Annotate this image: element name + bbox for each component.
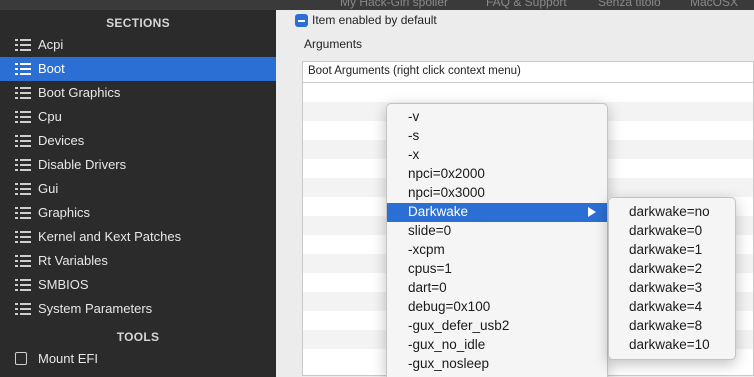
sections-header: SECTIONS <box>106 16 170 30</box>
list-icon <box>15 279 31 291</box>
title-fragment-1: My Hack-Girl spoiler <box>340 0 449 9</box>
title-fragment-4: MacOSX <box>690 0 739 9</box>
menu-item-label: -xcpm <box>408 242 445 257</box>
sidebar-item-boot[interactable]: Boot <box>0 57 276 81</box>
list-icon <box>15 255 31 267</box>
list-icon <box>15 159 31 171</box>
menu-item-label: -v <box>408 109 420 124</box>
submenu-item-label: darkwake=3 <box>629 280 703 295</box>
enabled-checkbox-label: Item enabled by default <box>312 13 437 27</box>
sidebar: SECTIONS Acpi Boot Boot Graphics Cpu Dev… <box>0 10 276 377</box>
menu-item-label: Darkwake <box>408 204 469 219</box>
menu-item-label: -gux_defer_usb2 <box>408 318 510 333</box>
enabled-checkbox[interactable] <box>295 14 308 27</box>
submenu-item-label: darkwake=10 <box>629 337 710 352</box>
menu-item-gux-defer-usb2[interactable]: -gux_defer_usb2 <box>387 317 607 336</box>
list-icon <box>15 87 31 99</box>
menu-item-cpus[interactable]: cpus=1 <box>387 260 607 279</box>
list-icon <box>15 183 31 195</box>
arguments-title: Arguments <box>304 37 363 51</box>
list-icon <box>15 207 31 219</box>
sidebar-item-system-parameters[interactable]: System Parameters <box>0 297 276 321</box>
sidebar-item-rt-variables[interactable]: Rt Variables <box>0 249 276 273</box>
sidebar-item-kernel-kext-patches[interactable]: Kernel and Kext Patches <box>0 225 276 249</box>
sidebar-item-label: System Parameters <box>38 301 153 316</box>
list-icon <box>15 231 31 243</box>
sidebar-item-label: Devices <box>38 133 85 148</box>
drive-icon <box>15 352 27 365</box>
darkwake-submenu: darkwake=no darkwake=0 darkwake=1 darkwa… <box>608 197 736 360</box>
title-fragment-2: FAQ & Support <box>486 0 567 9</box>
sidebar-item-label: Mount EFI <box>38 351 98 366</box>
sidebar-item-label: Cpu <box>38 109 62 124</box>
list-icon <box>15 303 31 315</box>
submenu-item-darkwake-0[interactable]: darkwake=0 <box>609 222 735 241</box>
submenu-item-darkwake-4[interactable]: darkwake=4 <box>609 298 735 317</box>
menu-item-xcpm[interactable]: -xcpm <box>387 241 607 260</box>
sidebar-item-label: Kernel and Kext Patches <box>38 229 182 244</box>
sidebar-item-graphics[interactable]: Graphics <box>0 201 276 225</box>
sidebar-item-devices[interactable]: Devices <box>0 129 276 153</box>
sidebar-item-label: Rt Variables <box>38 253 108 268</box>
sidebar-item-acpi[interactable]: Acpi <box>0 33 276 57</box>
menu-item-x[interactable]: -x <box>387 146 607 165</box>
submenu-item-label: darkwake=0 <box>629 223 703 238</box>
menu-item-s[interactable]: -s <box>387 127 607 146</box>
sidebar-item-label: Acpi <box>38 37 64 52</box>
menu-item-label: -gux_nosleep <box>408 356 490 371</box>
submenu-item-darkwake-10[interactable]: darkwake=10 <box>609 336 735 355</box>
menu-item-label: -x <box>408 147 420 162</box>
sidebar-item-disable-drivers[interactable]: Disable Drivers <box>0 153 276 177</box>
menu-item-label: slide=0 <box>408 223 452 238</box>
menu-item-slide[interactable]: slide=0 <box>387 222 607 241</box>
sidebar-item-smbios[interactable]: SMBIOS <box>0 273 276 297</box>
sidebar-item-mount-efi[interactable]: Mount EFI <box>0 347 276 371</box>
submenu-item-darkwake-1[interactable]: darkwake=1 <box>609 241 735 260</box>
submenu-item-darkwake-8[interactable]: darkwake=8 <box>609 317 735 336</box>
title-fragment-3: Senza titolo <box>598 0 661 9</box>
list-icon <box>15 39 31 51</box>
menu-item-npci-3000[interactable]: npci=0x3000 <box>387 184 607 203</box>
sidebar-item-cpu[interactable]: Cpu <box>0 105 276 129</box>
menu-item-v[interactable]: -v <box>387 108 607 127</box>
sidebar-item-label: Boot Graphics <box>38 85 121 100</box>
tools-header: TOOLS <box>116 330 160 344</box>
submenu-item-darkwake-no[interactable]: darkwake=no <box>609 203 735 222</box>
menu-item-npci-2000[interactable]: npci=0x2000 <box>387 165 607 184</box>
menu-item-darkwake[interactable]: Darkwake <box>387 203 607 222</box>
table-header-label: Boot Arguments (right click context menu… <box>308 65 521 77</box>
sidebar-item-gui[interactable]: Gui <box>0 177 276 201</box>
submenu-item-darkwake-2[interactable]: darkwake=2 <box>609 260 735 279</box>
submenu-item-label: darkwake=4 <box>629 299 703 314</box>
menu-item-label: cpus=1 <box>408 261 452 276</box>
menu-item-label: npci=0x2000 <box>408 166 485 181</box>
submenu-item-label: darkwake=8 <box>629 318 703 333</box>
menu-item-label: npci=0x3000 <box>408 185 485 200</box>
menu-item-debug[interactable]: debug=0x100 <box>387 298 607 317</box>
sidebar-item-label: Disable Drivers <box>38 157 127 172</box>
sidebar-item-label: Gui <box>38 181 59 196</box>
submenu-item-label: darkwake=1 <box>629 242 703 257</box>
sidebar-item-boot-graphics[interactable]: Boot Graphics <box>0 81 276 105</box>
menu-item-label: debug=0x100 <box>408 299 491 314</box>
menu-item-dart[interactable]: dart=0 <box>387 279 607 298</box>
table-header: Boot Arguments (right click context menu… <box>303 62 753 83</box>
list-icon <box>15 63 31 75</box>
window-titlebar: My Hack-Girl spoiler FAQ & Support Senza… <box>0 0 754 10</box>
list-icon <box>15 135 31 147</box>
menu-item-label: -s <box>408 128 420 143</box>
context-menu: -v -s -x npci=0x2000 npci=0x3000 Darkwak… <box>386 103 608 377</box>
chevron-right-icon <box>588 207 596 217</box>
sidebar-item-label: Boot <box>38 61 65 76</box>
sidebar-item-label: SMBIOS <box>38 277 89 292</box>
submenu-item-label: darkwake=no <box>629 204 710 219</box>
submenu-item-darkwake-3[interactable]: darkwake=3 <box>609 279 735 298</box>
menu-item-label: -gux_no_idle <box>408 337 486 352</box>
menu-item-label: dart=0 <box>408 280 447 295</box>
menu-item-gux-nosleep[interactable]: -gux_nosleep <box>387 355 607 374</box>
list-icon <box>15 111 31 123</box>
menu-item-gux-no-idle[interactable]: -gux_no_idle <box>387 336 607 355</box>
sidebar-item-label: Graphics <box>38 205 91 220</box>
submenu-item-label: darkwake=2 <box>629 261 703 276</box>
